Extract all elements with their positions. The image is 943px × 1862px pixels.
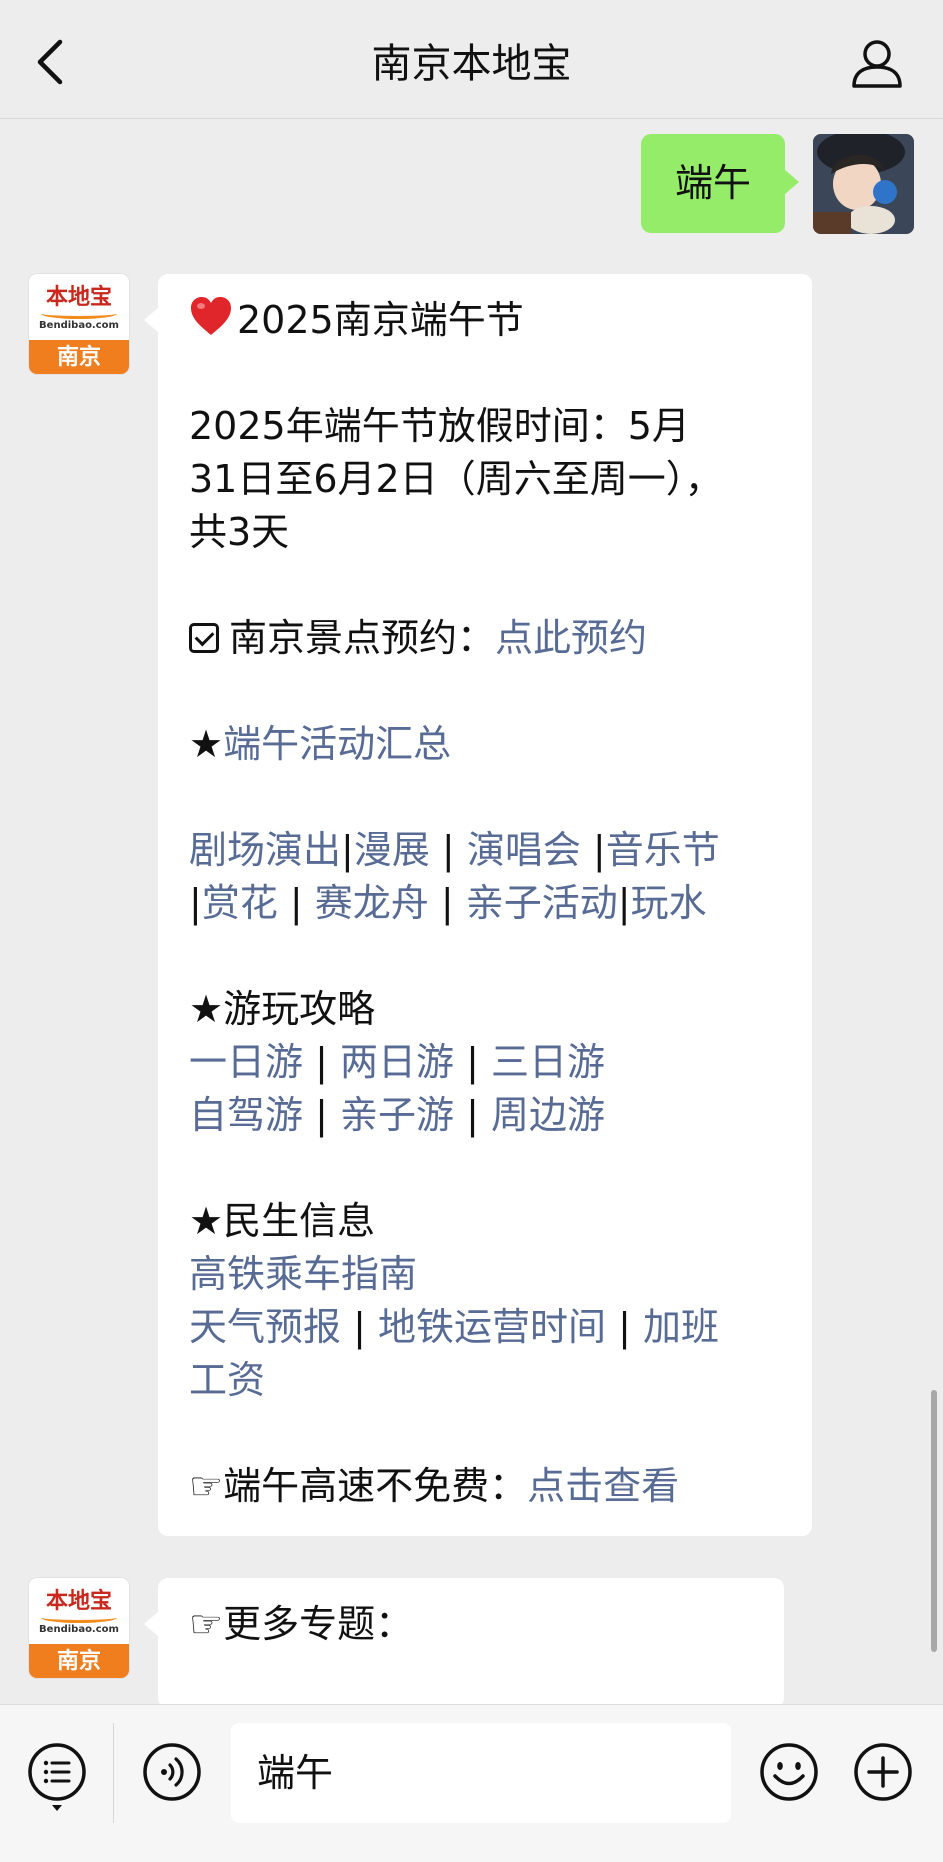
avatar-arc <box>41 1612 117 1623</box>
info-links-line3: 工资 <box>189 1354 784 1407</box>
avatar-brand-text: 本地宝 <box>45 284 112 310</box>
activity-link-music-festival[interactable]: 音乐节 <box>606 828 720 872</box>
info-links-line2: 天气预报 | 地铁运营时间 | 加班 <box>189 1305 719 1349</box>
highway-label: ☞端午高速不免费： <box>189 1464 528 1508</box>
plus-icon[interactable] <box>852 1741 914 1803</box>
guide-link-family[interactable]: 亲子游 <box>340 1093 454 1137</box>
highway-link[interactable]: 点击查看 <box>527 1464 679 1508</box>
activity-link-comic-expo[interactable]: 漫展 <box>354 828 430 872</box>
guide-link-self-drive[interactable]: 自驾游 <box>189 1093 303 1137</box>
official-account-avatar[interactable]: 本地宝 Bendibao.com 南京 <box>29 274 129 374</box>
info-heading: ★民生信息 <box>189 1199 376 1243</box>
avatar-brand-text: 本地宝 <box>45 1588 112 1614</box>
guide-link-nearby[interactable]: 周边游 <box>491 1093 605 1137</box>
avatar-arc <box>41 308 117 319</box>
activities-heading: ★端午活动汇总 <box>189 718 784 771</box>
booking-link[interactable]: 点此预约 <box>495 616 647 660</box>
holiday-text-line1: 2025年端午节放假时间：5月 <box>189 404 690 448</box>
booking-line: 南京景点预约：点此预约 <box>189 612 784 665</box>
avatar-domain-text: Bendibao.com <box>39 1624 119 1635</box>
menu-list-icon[interactable] <box>26 1741 88 1811</box>
avatar-city-text: 南京 <box>29 1644 129 1678</box>
activity-links-line2: |赏花 | 赛龙舟 | 亲子活动|玩水 <box>189 881 707 925</box>
avatar-domain-text: Bendibao.com <box>39 320 119 331</box>
voice-icon[interactable] <box>141 1741 203 1803</box>
message-title-line: 2025南京端午节 <box>189 294 784 347</box>
more-topics-text: ☞更多专题： <box>189 1602 414 1646</box>
activity-links-line1: 剧场演出|漫展 | 演唱会 |音乐节 <box>189 828 720 872</box>
activity-link-dragon-boat[interactable]: 赛龙舟 <box>315 881 429 925</box>
guide-heading: ★游玩攻略 <box>189 987 376 1031</box>
checkbox-icon <box>189 623 219 653</box>
info-link-weather[interactable]: 天气预报 <box>189 1305 341 1349</box>
highway-line: ☞端午高速不免费：点击查看 <box>189 1460 784 1513</box>
activity-link-water-play[interactable]: 玩水 <box>631 881 707 925</box>
message-title: 2025南京端午节 <box>237 298 524 342</box>
input-toolbar <box>0 1704 943 1862</box>
activity-link-concert[interactable]: 演唱会 <box>467 828 581 872</box>
toolbar-divider <box>113 1723 114 1823</box>
info-link-train-guide[interactable]: 高铁乘车指南 <box>189 1252 417 1296</box>
activity-link-flowers[interactable]: 赏花 <box>202 881 278 925</box>
activity-link-family[interactable]: 亲子活动 <box>466 881 618 925</box>
activity-link-theater[interactable]: 剧场演出 <box>189 828 341 872</box>
nav-bar: 南京本地宝 <box>0 0 943 119</box>
holiday-text-line3: 共3天 <box>189 510 290 554</box>
incoming-message-bubble: ☞更多专题： <box>144 1578 784 1708</box>
official-account-avatar[interactable]: 本地宝 Bendibao.com 南京 <box>29 1578 129 1678</box>
guide-link-three-day[interactable]: 三日游 <box>491 1040 605 1084</box>
info-link-metro-hours[interactable]: 地铁运营时间 <box>378 1305 606 1349</box>
info-link-overtime-pay[interactable]: 加班 <box>643 1305 719 1349</box>
guide-links-line1: 一日游 | 两日游 | 三日游 <box>189 1040 605 1084</box>
chat-title: 南京本地宝 <box>371 41 572 87</box>
emoji-icon[interactable] <box>758 1741 820 1803</box>
user-avatar[interactable] <box>813 134 914 234</box>
avatar-city-text: 南京 <box>29 340 129 374</box>
booking-label: 南京景点预约： <box>229 616 496 660</box>
user-profile-icon[interactable] <box>849 36 905 92</box>
holiday-text-line2: 31日至6月2日（周六至周一）， <box>189 457 723 501</box>
heart-icon <box>189 295 233 339</box>
info-link-overtime-pay-cont[interactable]: 工资 <box>189 1358 265 1402</box>
activities-summary-link[interactable]: 端午活动汇总 <box>223 722 451 766</box>
incoming-message-bubble: 2025南京端午节 2025年端午节放假时间：5月 31日至6月2日（周六至周一… <box>144 274 812 1536</box>
guide-link-one-day[interactable]: 一日游 <box>189 1040 303 1084</box>
info-links-line1: 高铁乘车指南 <box>189 1248 784 1301</box>
guide-links-line2: 自驾游 | 亲子游 | 周边游 <box>189 1093 605 1137</box>
guide-link-two-day[interactable]: 两日游 <box>340 1040 454 1084</box>
scrollbar-thumb[interactable] <box>931 1390 937 1652</box>
outgoing-message-bubble[interactable]: 端午 <box>641 134 799 233</box>
avatar-logo-area: 本地宝 Bendibao.com <box>29 1578 129 1644</box>
star-icon: ★ <box>189 722 224 766</box>
avatar-logo-area: 本地宝 Bendibao.com <box>29 274 129 340</box>
message-input[interactable] <box>231 1723 731 1823</box>
